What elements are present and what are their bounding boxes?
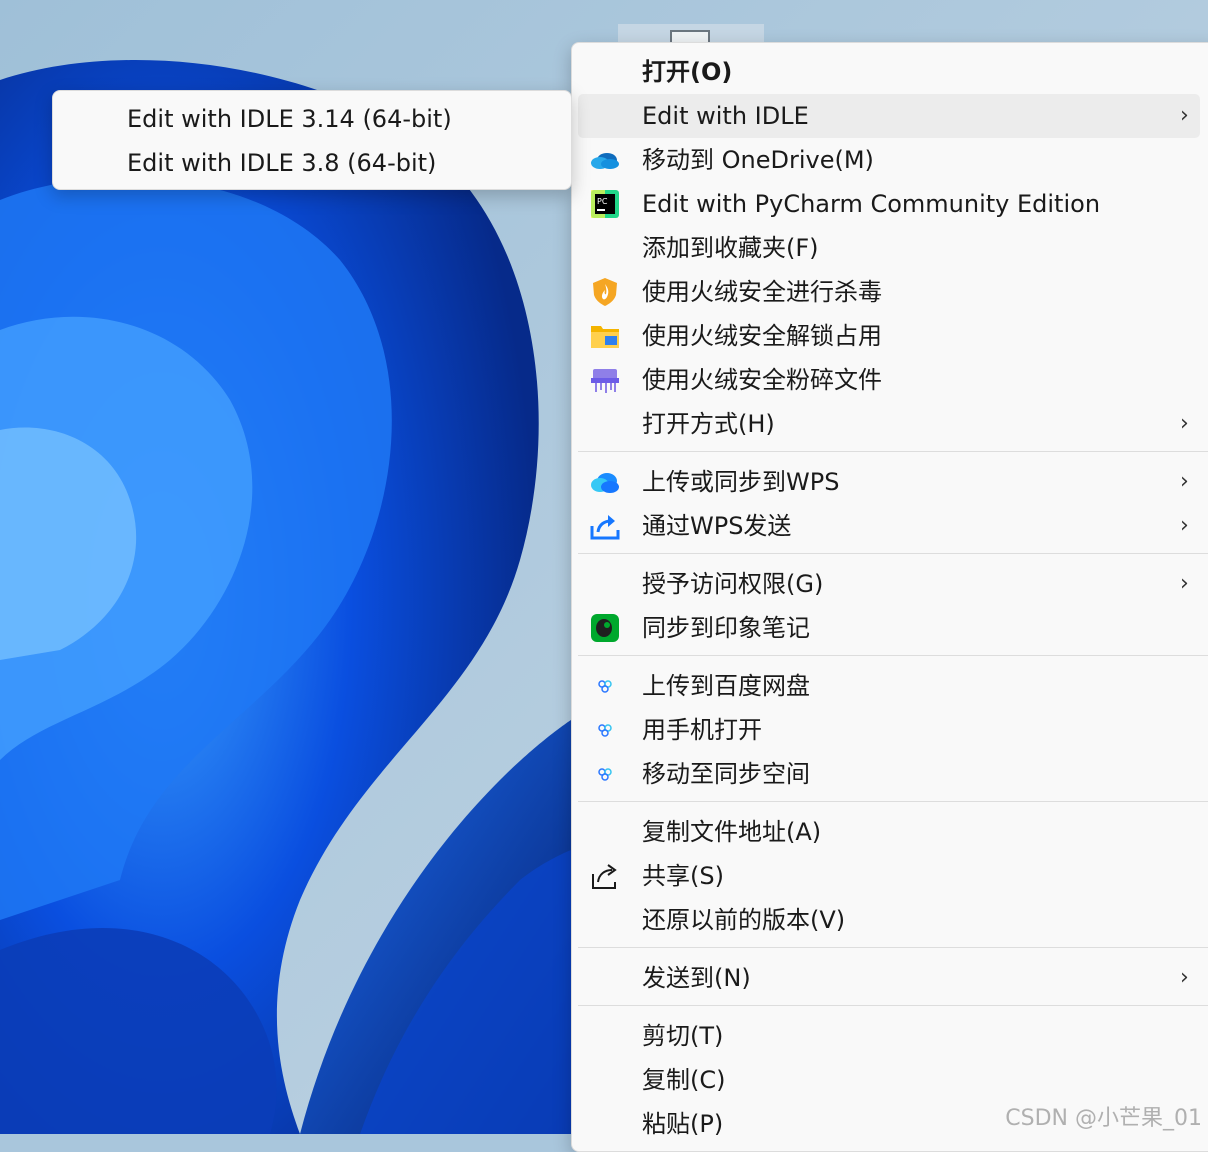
menu-item-move-to-sync-space[interactable]: 移动至同步空间 [578,752,1200,796]
menu-item-send-to[interactable]: 发送到(N) › [578,956,1200,1000]
menu-item-label: 打开(O) [642,58,733,86]
menu-item-label: 添加到收藏夹(F) [642,234,819,262]
menu-separator [578,1005,1208,1006]
menu-item-baidu-upload[interactable]: 上传到百度网盘 [578,664,1200,708]
context-menu: 打开(O) Edit with IDLE › 移动到 OneDrive(M) P… [571,42,1208,1152]
menu-item-label: Edit with IDLE [642,102,809,130]
menu-item-label: 还原以前的版本(V) [642,906,846,934]
menu-item-huorong-scan[interactable]: 使用火绒安全进行杀毒 [578,270,1200,314]
evernote-icon [591,614,619,642]
submenu-item-label: Edit with IDLE 3.8 (64-bit) [127,149,437,177]
menu-item-label: 通过WPS发送 [642,512,792,540]
share-icon [592,864,617,889]
menu-item-label: 复制文件地址(A) [642,818,822,846]
huorong-unlock-folder-icon [591,326,619,348]
menu-item-huorong-shred[interactable]: 使用火绒安全粉碎文件 [578,358,1200,402]
huorong-shield-icon [593,278,617,306]
menu-item-copy-path[interactable]: 复制文件地址(A) [578,810,1200,854]
menu-item-label: 移动至同步空间 [642,760,810,788]
submenu-item-idle-3-8[interactable]: Edit with IDLE 3.8 (64-bit) [57,141,567,185]
baidu-netdisk-icon [598,724,612,737]
menu-item-label: 打开方式(H) [642,410,775,438]
watermark: CSDN @小芒果_01 [1005,1106,1202,1131]
chevron-right-icon: › [1180,513,1189,538]
menu-item-add-to-favorites[interactable]: 添加到收藏夹(F) [578,226,1200,270]
menu-item-label: 授予访问权限(G) [642,570,824,598]
menu-item-label: 使用火绒安全解锁占用 [642,322,882,350]
wps-cloud-icon [591,473,619,493]
chevron-right-icon: › [1180,103,1189,128]
menu-item-evernote-sync[interactable]: 同步到印象笔记 [578,606,1200,650]
wps-send-icon [590,515,620,540]
menu-item-label: 发送到(N) [642,964,751,992]
huorong-shredder-icon [591,369,619,393]
submenu-item-idle-3-14[interactable]: Edit with IDLE 3.14 (64-bit) [57,97,567,141]
menu-item-label: 复制(C) [642,1066,726,1094]
menu-item-open[interactable]: 打开(O) [578,50,1200,94]
menu-separator [578,655,1208,656]
menu-item-label: 上传或同步到WPS [642,468,840,496]
menu-item-open-with[interactable]: 打开方式(H) › [578,402,1200,446]
menu-item-label: 共享(S) [642,862,724,890]
menu-item-label: 使用火绒安全粉碎文件 [642,366,882,394]
menu-item-label: Edit with PyCharm Community Edition [642,190,1101,218]
menu-item-label: 使用火绒安全进行杀毒 [642,278,882,306]
pycharm-icon: PC [591,190,619,218]
menu-item-label: 同步到印象笔记 [642,614,810,642]
menu-item-edit-with-idle[interactable]: Edit with IDLE › [578,94,1200,138]
menu-separator [578,451,1208,452]
menu-separator [578,947,1208,948]
menu-item-label: 移动到 OneDrive(M) [642,146,874,174]
menu-item-label: 粘贴(P) [642,1110,724,1138]
menu-item-grant-access[interactable]: 授予访问权限(G) › [578,562,1200,606]
idle-submenu: Edit with IDLE 3.14 (64-bit) Edit with I… [52,90,572,190]
menu-separator [578,801,1208,802]
svg-text:PC: PC [597,197,608,206]
menu-separator [578,553,1208,554]
menu-item-edit-with-pycharm[interactable]: PC Edit with PyCharm Community Edition [578,182,1200,226]
menu-item-open-on-phone[interactable]: 用手机打开 [578,708,1200,752]
menu-item-huorong-unlock[interactable]: 使用火绒安全解锁占用 [578,314,1200,358]
onedrive-icon [591,153,619,169]
menu-item-label: 用手机打开 [642,716,762,744]
chevron-right-icon: › [1180,469,1189,494]
chevron-right-icon: › [1180,965,1189,990]
menu-item-label: 上传到百度网盘 [642,672,810,700]
chevron-right-icon: › [1180,411,1189,436]
menu-item-move-to-onedrive[interactable]: 移动到 OneDrive(M) [578,138,1200,182]
menu-item-copy[interactable]: 复制(C) [578,1058,1200,1102]
menu-item-restore-previous-versions[interactable]: 还原以前的版本(V) [578,898,1200,942]
baidu-netdisk-icon [598,680,612,693]
submenu-item-label: Edit with IDLE 3.14 (64-bit) [127,105,452,133]
menu-item-share[interactable]: 共享(S) [578,854,1200,898]
baidu-netdisk-icon [598,768,612,781]
menu-item-wps-send[interactable]: 通过WPS发送 › [578,504,1200,548]
chevron-right-icon: › [1180,571,1189,596]
menu-item-cut[interactable]: 剪切(T) [578,1014,1200,1058]
menu-item-label: 剪切(T) [642,1022,724,1050]
menu-item-wps-sync[interactable]: 上传或同步到WPS › [578,460,1200,504]
